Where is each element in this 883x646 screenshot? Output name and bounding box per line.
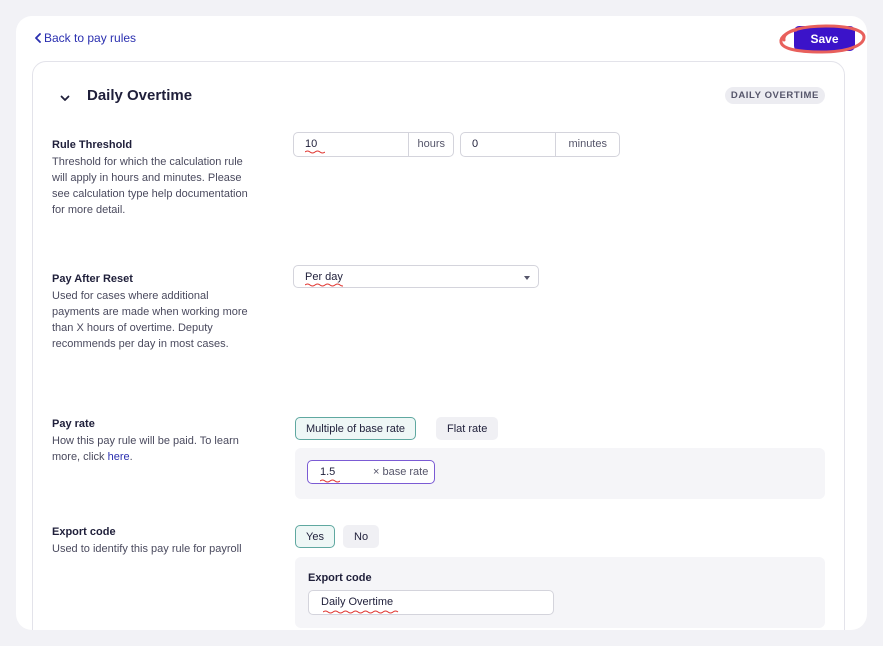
multiple-of-base-rate-option[interactable]: Multiple of base rate (295, 417, 417, 440)
spellcheck-underline (305, 150, 325, 154)
back-to-pay-rules-link[interactable]: Back to pay rules (35, 31, 136, 45)
save-button[interactable]: Save (794, 26, 855, 51)
back-link-label: Back to pay rules (44, 31, 137, 45)
minutes-input-group: 0 minutes (460, 132, 620, 157)
base-rate-multiplier-input[interactable]: 1.5 × base rate (307, 460, 435, 484)
chevron-left-icon (35, 33, 41, 43)
chevron-down-icon[interactable] (60, 95, 70, 103)
rule-threshold-description: Threshold for which the calculation rule… (52, 156, 248, 216)
export-code-description: Used to identify this pay rule for payro… (52, 543, 242, 555)
pay-after-reset-value: Per day (305, 271, 343, 283)
pay-rate-description-end: . (129, 451, 133, 463)
export-code-value: Daily Overtime (321, 596, 394, 608)
hours-input[interactable]: 10 (294, 133, 408, 156)
hours-input-group: 10 hours (293, 132, 454, 157)
multiplier-suffix: × base rate (373, 466, 429, 478)
pay-after-reset-description: Used for cases where additional payments… (52, 290, 248, 350)
base-rate-panel: 1.5 × base rate (295, 448, 825, 499)
export-code-title: Export code (52, 526, 116, 538)
page-frame: Back to pay rules Save Daily Overtime DA… (16, 16, 867, 630)
spellcheck-underline (320, 479, 340, 483)
export-code-no-option[interactable]: No (343, 525, 380, 548)
multiplier-value: 1.5 (320, 466, 336, 478)
export-code-panel: Export code Daily Overtime (295, 557, 825, 628)
minutes-input[interactable]: 0 (461, 133, 555, 156)
pay-rate-description: How this pay rule will be paid. To learn… (52, 433, 257, 465)
spellcheck-underline (323, 610, 399, 614)
spellcheck-underline (305, 283, 343, 287)
minutes-value: 0 (472, 138, 479, 150)
pay-rate-help-link[interactable]: here (108, 451, 130, 463)
export-code-field-label: Export code (308, 572, 372, 584)
rule-threshold-title: Rule Threshold (52, 139, 133, 151)
pay-rate-description-text: How this pay rule will be paid. To learn… (52, 435, 239, 463)
flat-rate-option[interactable]: Flat rate (436, 417, 499, 440)
daily-overtime-card: Daily Overtime DAILY OVERTIME Rule Thres… (32, 61, 845, 630)
hours-suffix: hours (408, 133, 453, 156)
pay-after-reset-title: Pay After Reset (52, 273, 133, 285)
rule-type-badge: DAILY OVERTIME (724, 87, 825, 104)
section-title: Daily Overtime (87, 87, 193, 104)
pay-rate-title: Pay rate (52, 418, 95, 430)
export-code-yes-option[interactable]: Yes (295, 525, 335, 548)
minutes-suffix: minutes (555, 133, 619, 156)
hours-value: 10 (305, 138, 318, 150)
caret-down-icon (524, 276, 530, 280)
export-code-input[interactable]: Daily Overtime (308, 590, 554, 615)
pay-after-reset-select[interactable]: Per day (293, 265, 539, 288)
